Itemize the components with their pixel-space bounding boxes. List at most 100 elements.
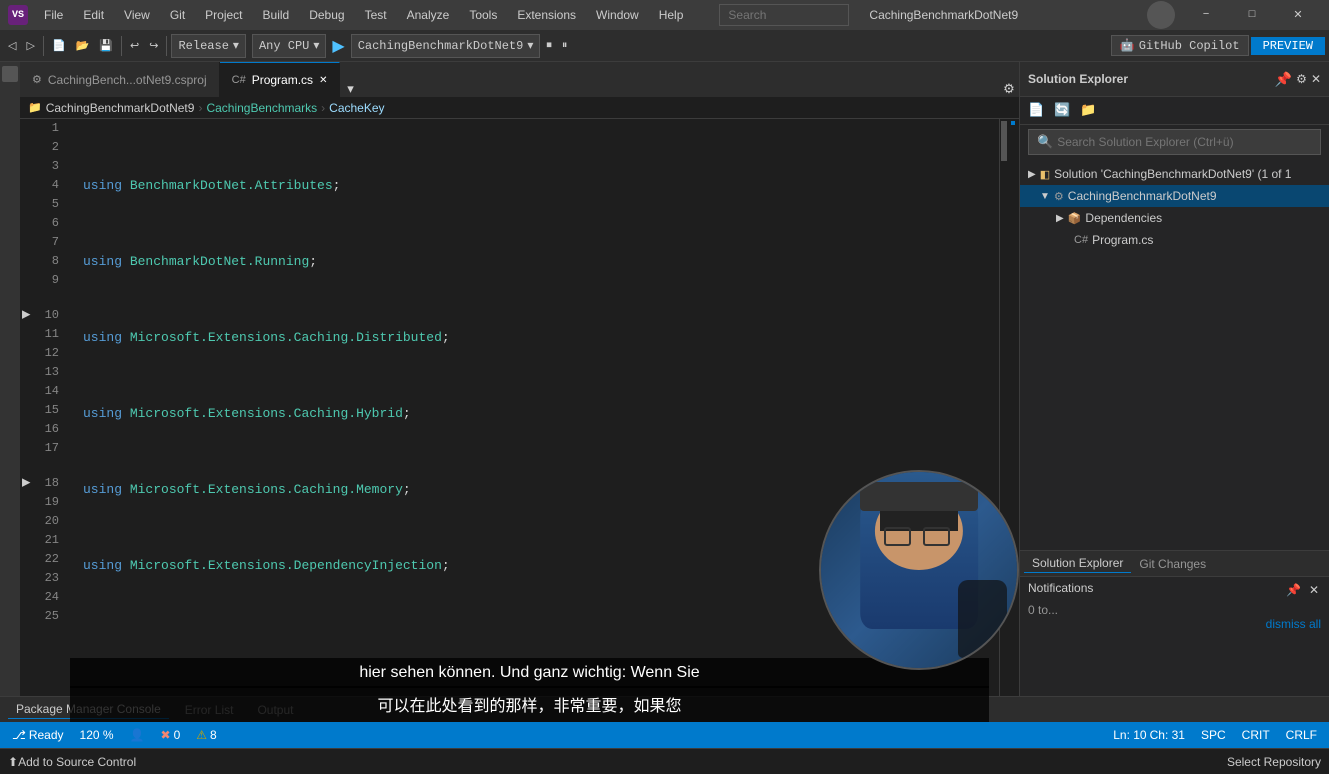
tree-program-cs[interactable]: C# Program.cs [1020, 229, 1329, 251]
menu-analyze[interactable]: Analyze [399, 6, 458, 24]
se-settings-icon[interactable]: ⚙ [1296, 72, 1307, 86]
add-to-source-control-button[interactable]: Add to Source Control [18, 755, 136, 769]
menu-tools[interactable]: Tools [461, 6, 505, 24]
tab-bar: ⚙ CachingBench...otNet9.csproj C# Progra… [20, 62, 1019, 97]
menu-build[interactable]: Build [255, 6, 298, 24]
toolbar-redo[interactable]: ↪ [145, 37, 162, 55]
tab-overflow-button[interactable]: ▾ [340, 82, 360, 97]
dismiss-all-button[interactable]: dismiss all [1266, 617, 1321, 631]
solution-search[interactable]: 🔍 [1028, 129, 1321, 155]
code-line-3: using Microsoft.Extensions.Caching.Distr… [75, 328, 999, 347]
cpu-dropdown[interactable]: Any CPU ▾ [252, 34, 326, 58]
close-button[interactable]: ✕ [1275, 0, 1321, 30]
toolbar-open[interactable]: 📂 [72, 37, 94, 55]
tree-arrow-icon: ▶ [1028, 169, 1036, 180]
activity-bar-item[interactable] [2, 66, 18, 82]
solution-explorer-header: Solution Explorer 📌 ⚙ ✕ [1020, 62, 1329, 97]
minimize-button[interactable]: − [1183, 0, 1229, 30]
line-num-11: 11 [20, 325, 67, 344]
window-title: CachingBenchmarkDotNet9 [869, 8, 1018, 22]
menu-help[interactable]: Help [651, 6, 692, 24]
line-num-3: 3 [20, 157, 67, 176]
breadcrumb-project[interactable]: CachingBenchmarkDotNet9 [46, 101, 195, 115]
close-tab-icon[interactable]: ✕ [319, 75, 327, 86]
select-repository-button[interactable]: Select Repository [1227, 755, 1321, 769]
toolbar-extra1[interactable]: ⏹ [542, 38, 556, 54]
breadcrumb-member[interactable]: CacheKey [329, 101, 384, 115]
project-dropdown[interactable]: CachingBenchmarkDotNet9 ▾ [351, 34, 541, 58]
scroll-thumb[interactable] [1001, 121, 1007, 161]
menu-edit[interactable]: Edit [75, 6, 112, 24]
margin-indicator [1011, 121, 1015, 125]
toolbar-undo[interactable]: ↩ [126, 37, 143, 55]
status-zoom[interactable]: 120 % [76, 728, 118, 742]
solution-icon: ◧ [1040, 168, 1050, 181]
tree-dependencies[interactable]: ▶ 📦 Dependencies [1020, 207, 1329, 229]
maximize-button[interactable]: □ [1229, 0, 1275, 30]
tab-program-cs[interactable]: C# Program.cs ✕ [220, 62, 341, 97]
toolbar-back[interactable]: ◁ [4, 37, 20, 55]
chevron-down-icon: ▾ [527, 38, 533, 53]
status-line-col[interactable]: Ln: 10 Ch: 31 [1109, 728, 1189, 742]
menu-debug[interactable]: Debug [301, 6, 352, 24]
webcam-overlay [819, 470, 1019, 670]
se-toolbar-btn2[interactable]: 🔄 [1050, 101, 1074, 120]
menu-git[interactable]: Git [162, 6, 193, 24]
toolbar-save[interactable]: 💾 [95, 37, 117, 55]
tab-csproj[interactable]: ⚙ CachingBench...otNet9.csproj [20, 62, 220, 97]
se-toolbar-btn1[interactable]: 📄 [1024, 101, 1048, 120]
csproj-icon: ⚙ [32, 73, 42, 86]
notif-close-icon[interactable]: ✕ [1307, 581, 1321, 599]
status-space[interactable]: SPC [1197, 728, 1230, 742]
ready-status: Ready [29, 728, 64, 742]
fold-indicator-18[interactable]: ▶ [22, 474, 30, 493]
copilot-icon: 🤖 [1120, 38, 1135, 53]
fold-indicator[interactable]: ▶ [22, 306, 30, 325]
tab-settings-button[interactable]: ⚙ [999, 82, 1019, 97]
status-live-share-icon[interactable]: 👤 [126, 728, 149, 742]
source-control-icon: ⬆ [8, 755, 18, 769]
se-tab-solution-explorer[interactable]: Solution Explorer [1024, 554, 1131, 573]
notif-pin-icon[interactable]: 📌 [1284, 581, 1303, 599]
toolbar-extra2[interactable]: ⏸ [558, 38, 572, 54]
notifications-panel: Notifications 📌 ✕ 0 to... dismiss all [1020, 576, 1329, 696]
breadcrumb: 📁 CachingBenchmarkDotNet9 › CachingBench… [20, 97, 1019, 119]
solution-search-input[interactable] [1057, 135, 1312, 149]
se-toolbar-btn3[interactable]: 📁 [1076, 101, 1100, 120]
status-warnings[interactable]: ⚠ 8 [192, 728, 220, 742]
breadcrumb-class[interactable]: CachingBenchmarks [206, 101, 317, 115]
search-input[interactable] [719, 4, 849, 26]
solution-label: Solution 'CachingBenchmarkDotNet9' (1 of… [1054, 167, 1291, 181]
tree-project[interactable]: ▼ ⚙ CachingBenchmarkDotNet9 [1020, 185, 1329, 207]
app-logo: VS [8, 5, 28, 25]
line-num-4: 4 [20, 176, 67, 195]
code-line-4: using Microsoft.Extensions.Caching.Hybri… [75, 404, 999, 423]
cs-icon: C# [1074, 234, 1088, 246]
status-errors[interactable]: ✖ 0 [157, 728, 185, 742]
toolbar-new[interactable]: 📄 [48, 37, 70, 55]
separator3 [166, 36, 167, 56]
preview-button[interactable]: PREVIEW [1251, 37, 1325, 55]
menu-file[interactable]: File [36, 6, 71, 24]
github-copilot-button[interactable]: 🤖 GitHub Copilot [1111, 35, 1249, 56]
se-close-icon[interactable]: ✕ [1311, 72, 1321, 86]
line-num-24: 24 [20, 588, 67, 607]
notifications-count: 0 to... [1028, 603, 1321, 617]
menu-project[interactable]: Project [197, 6, 250, 24]
se-tab-git-changes[interactable]: Git Changes [1131, 555, 1214, 573]
tree-solution[interactable]: ▶ ◧ Solution 'CachingBenchmarkDotNet9' (… [1020, 163, 1329, 185]
notifications-header: Notifications 📌 ✕ [1028, 581, 1321, 599]
menu-window[interactable]: Window [588, 6, 647, 24]
toolbar-forward[interactable]: ▷ [22, 37, 38, 55]
run-button[interactable]: ▶ [328, 36, 348, 56]
status-crit[interactable]: CRIT [1238, 728, 1274, 742]
menu-view[interactable]: View [116, 6, 158, 24]
status-git-branch[interactable]: ⎇ Ready [8, 728, 68, 742]
line-num-20: 20 [20, 512, 67, 531]
release-dropdown[interactable]: Release ▾ [171, 34, 245, 58]
menu-extensions[interactable]: Extensions [509, 6, 584, 24]
warning-icon: ⚠ [196, 728, 207, 742]
menu-test[interactable]: Test [357, 6, 395, 24]
status-encoding[interactable]: CRLF [1282, 728, 1321, 742]
se-pin-icon[interactable]: 📌 [1275, 71, 1292, 88]
